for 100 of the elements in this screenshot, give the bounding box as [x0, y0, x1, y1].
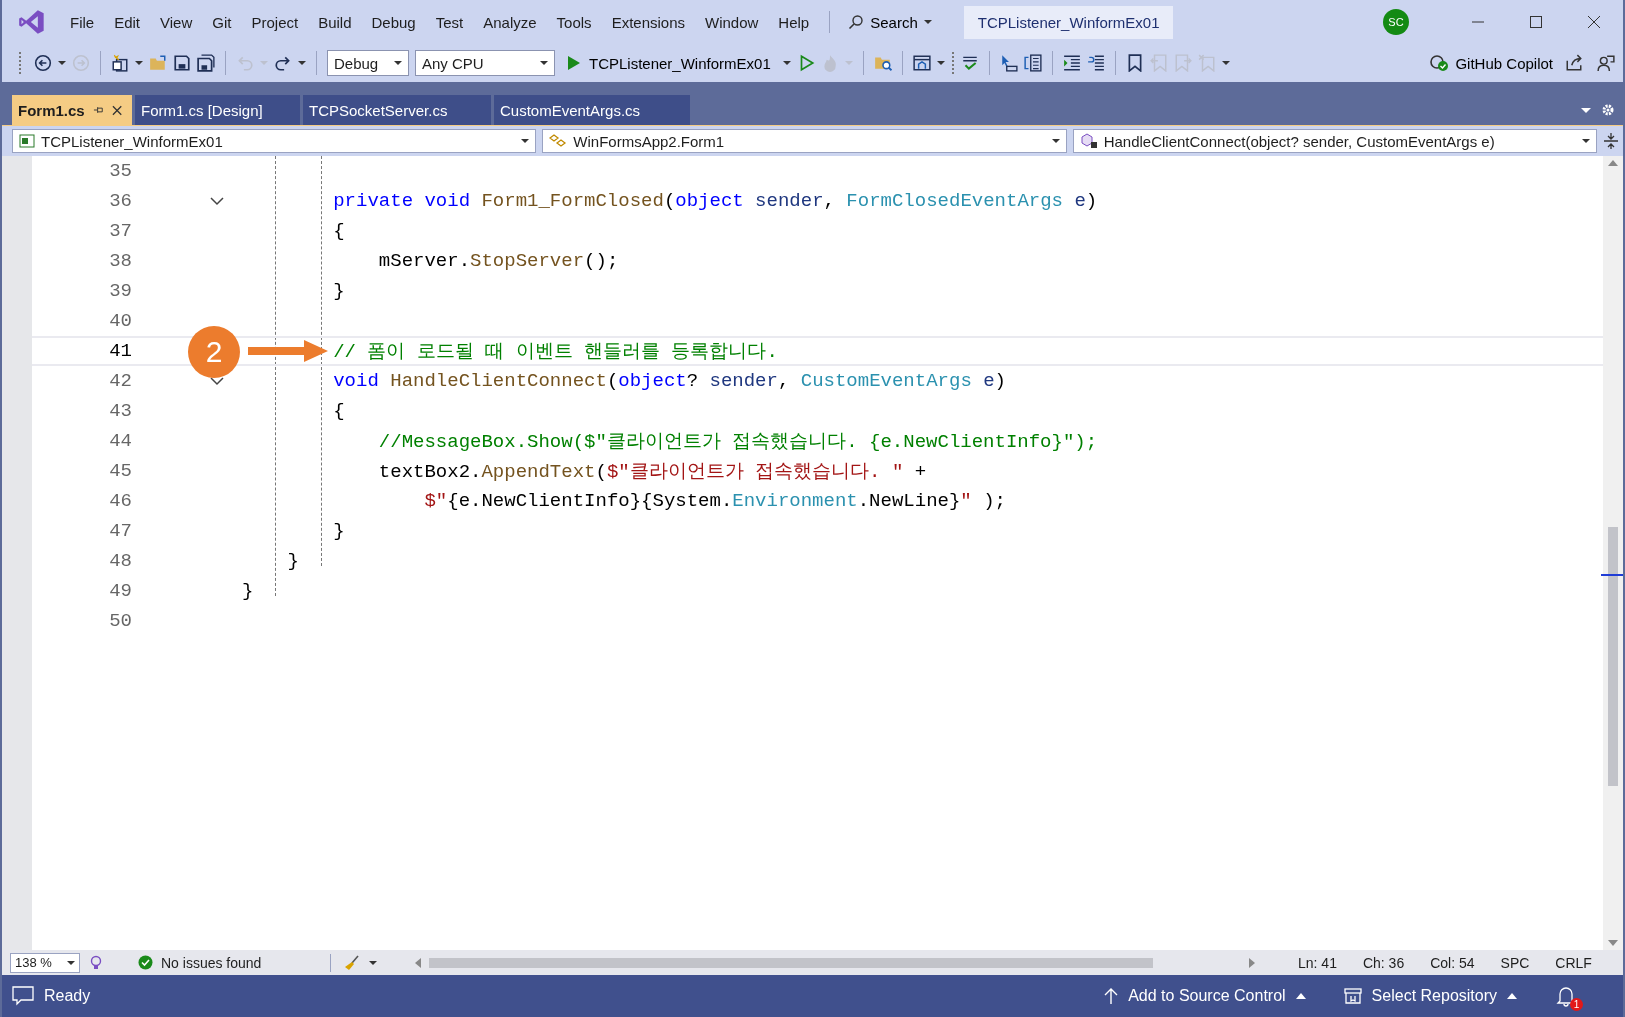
- vertical-scrollbar[interactable]: [1603, 156, 1623, 950]
- menu-item[interactable]: Tools: [546, 7, 602, 37]
- check-icon[interactable]: [960, 54, 979, 72]
- outdent-icon[interactable]: [1086, 54, 1105, 72]
- caret-icon[interactable]: [1221, 59, 1230, 67]
- scroll-down-icon[interactable]: [1608, 940, 1618, 946]
- search-icon[interactable]: [848, 14, 865, 30]
- account-avatar[interactable]: SC: [1383, 9, 1409, 35]
- start-button[interactable]: TCPListener_WinformEx01: [561, 51, 777, 75]
- repository-icon[interactable]: [1343, 988, 1362, 1004]
- menu-item[interactable]: Help: [768, 7, 820, 37]
- menu-item[interactable]: Extensions: [601, 7, 695, 37]
- chevron-icon[interactable]: [210, 376, 224, 386]
- type-dropdown[interactable]: WinFormsApp2.Form1: [542, 129, 1067, 153]
- code-line: void HandleClientConnect(object? sender, CustomEventArgs e): [333, 370, 1006, 392]
- caret-icon[interactable]: [298, 59, 306, 67]
- chat-icon[interactable]: [12, 986, 34, 1006]
- save-all-icon[interactable]: [197, 54, 215, 72]
- folder-search-icon[interactable]: [873, 54, 892, 72]
- caret-icon[interactable]: [1507, 993, 1517, 999]
- code-line: private void Form1_FormClosed(object sender, FormClosedEventArgs e): [333, 190, 1098, 212]
- copilot-button[interactable]: GitHub Copilot: [1423, 51, 1559, 75]
- split-icon[interactable]: [1603, 132, 1619, 150]
- source-control-button[interactable]: Add to Source Control: [1104, 987, 1306, 1005]
- menu-item[interactable]: Analyze: [473, 7, 547, 37]
- pane-icon[interactable]: [1023, 54, 1042, 72]
- caret-icon[interactable]: [369, 958, 377, 967]
- cursor-position[interactable]: Ch: 36: [1362, 954, 1405, 971]
- code-line: //MessageBox.Show($"클라이언트가 접속했습니다. {e.NewClientInfo}");: [378, 430, 1098, 454]
- scroll-right-icon[interactable]: [1249, 957, 1255, 968]
- up-arrow-icon[interactable]: [1104, 987, 1119, 1005]
- bulb-icon[interactable]: [88, 954, 104, 971]
- menu-item[interactable]: Project: [241, 7, 309, 37]
- caret-icon[interactable]: [67, 958, 75, 967]
- project-icon: [19, 134, 35, 148]
- close-icon[interactable]: [1587, 15, 1601, 29]
- caret-icon[interactable]: [135, 59, 143, 67]
- indent-icon[interactable]: [1062, 54, 1081, 72]
- maximize-icon[interactable]: [1529, 15, 1543, 29]
- issues-status[interactable]: No issues found: [161, 954, 262, 971]
- caret-icon[interactable]: [1295, 993, 1306, 999]
- scroll-up-icon[interactable]: [1608, 160, 1618, 166]
- feedback-icon[interactable]: [1597, 54, 1615, 72]
- caret-icon[interactable]: [394, 59, 402, 67]
- menu-item[interactable]: Build: [308, 7, 362, 37]
- menu-item[interactable]: Window: [695, 7, 769, 37]
- share-icon[interactable]: [1565, 54, 1583, 72]
- caret-icon[interactable]: [923, 18, 932, 26]
- caret-icon[interactable]: [782, 59, 791, 67]
- project-dropdown[interactable]: TCPListener_WinformEx01: [12, 129, 537, 153]
- menu-item[interactable]: Git: [202, 7, 242, 37]
- code-line: }: [242, 580, 254, 602]
- cursor-icon[interactable]: [999, 54, 1018, 72]
- menu-item[interactable]: Debug: [361, 7, 426, 37]
- cursor-position[interactable]: Col: 54: [1430, 954, 1475, 971]
- brush-icon[interactable]: [343, 953, 361, 972]
- close-icon[interactable]: [111, 104, 122, 116]
- document-tab[interactable]: TCPSocketServer.cs: [303, 95, 491, 125]
- back-icon[interactable]: [34, 54, 52, 72]
- settings-icon[interactable]: [1601, 103, 1615, 117]
- line-number: 37: [108, 220, 132, 242]
- zoom-dropdown[interactable]: 138 %: [10, 952, 80, 973]
- step-badge: 2: [188, 326, 240, 378]
- line-endings[interactable]: CRLF: [1555, 954, 1592, 971]
- repository-button[interactable]: Select Repository: [1343, 987, 1517, 1005]
- chevron-icon[interactable]: [210, 196, 224, 206]
- new-project-icon[interactable]: [111, 54, 129, 72]
- menu-item[interactable]: Edit: [104, 7, 151, 37]
- search-button[interactable]: Search: [840, 8, 940, 36]
- platform-dropdown[interactable]: Any CPU: [415, 50, 555, 76]
- caret-icon[interactable]: [1051, 137, 1060, 145]
- menu-item[interactable]: Test: [425, 7, 474, 37]
- play-icon[interactable]: [567, 55, 581, 71]
- code-line: textBox2.AppendText($"클라이언트가 접속했습니다. " +: [378, 460, 927, 484]
- caret-icon[interactable]: [936, 59, 945, 67]
- horizontal-scrollbar[interactable]: [415, 957, 1255, 968]
- whitespace-mode[interactable]: SPC: [1500, 954, 1530, 971]
- menu-item[interactable]: View: [150, 7, 203, 37]
- document-tab[interactable]: Form1.cs: [12, 95, 132, 125]
- caret-icon[interactable]: [58, 59, 66, 67]
- line-number: 43: [108, 400, 132, 422]
- menu-item[interactable]: File: [60, 7, 105, 37]
- save-icon[interactable]: [173, 54, 191, 72]
- caret-icon[interactable]: [1582, 137, 1590, 145]
- scroll-left-icon[interactable]: [415, 957, 421, 968]
- scroll-thumb[interactable]: [1608, 527, 1618, 787]
- copilot-icon[interactable]: [1429, 54, 1450, 72]
- line-number: 42: [108, 370, 132, 392]
- pin-icon[interactable]: [92, 104, 104, 116]
- redo-icon[interactable]: [274, 54, 292, 72]
- window-icon[interactable]: [912, 54, 931, 72]
- app-logo: [18, 8, 46, 36]
- caret-icon[interactable]: [521, 137, 530, 145]
- configuration-dropdown[interactable]: Debug: [327, 50, 409, 76]
- member-dropdown[interactable]: HandleClientConnect(object? sender, CustomEventArgs e): [1072, 129, 1597, 153]
- cursor-position[interactable]: Ln: 41: [1298, 954, 1337, 971]
- document-tab[interactable]: CustomEventArgs.cs: [494, 95, 690, 125]
- caret-icon[interactable]: [540, 59, 548, 67]
- folder-icon[interactable]: [149, 54, 167, 72]
- document-tab[interactable]: Form1.cs [Design]: [135, 95, 300, 125]
